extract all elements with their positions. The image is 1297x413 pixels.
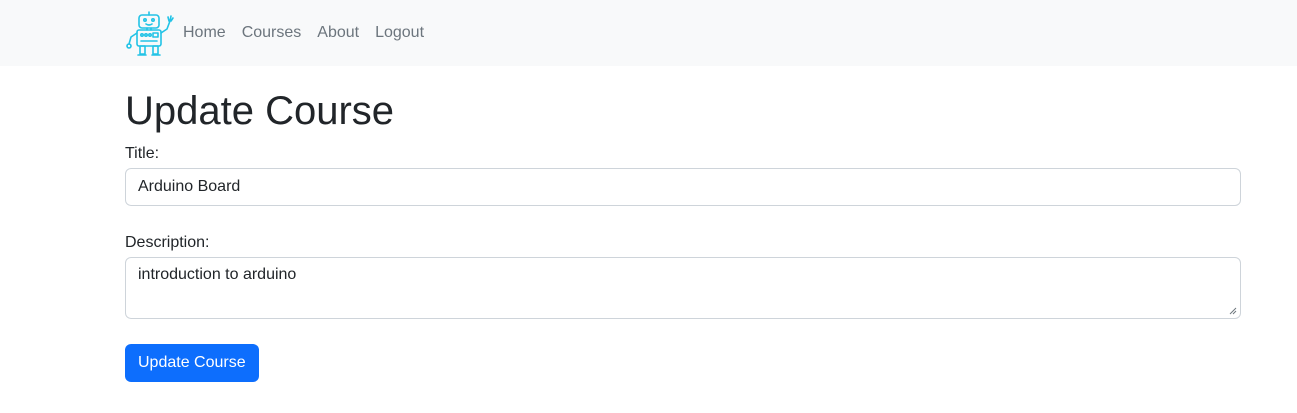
nav-link-home[interactable]: Home bbox=[183, 22, 226, 44]
description-text: introduction to arduino bbox=[138, 266, 297, 283]
navbar: Home Courses About Logout bbox=[0, 0, 1297, 66]
page-title: Update Course bbox=[125, 89, 395, 133]
nav-link-courses[interactable]: Courses bbox=[242, 22, 302, 44]
nav-link-about[interactable]: About bbox=[317, 22, 359, 44]
title-label: Title: bbox=[125, 145, 160, 162]
nav-links: Home Courses About Logout bbox=[183, 22, 440, 44]
title-input[interactable]: Arduino Board bbox=[125, 168, 1241, 206]
description-textarea[interactable]: introduction to arduino bbox=[125, 257, 1241, 319]
update-course-button[interactable]: Update Course bbox=[125, 344, 259, 382]
description-label: Description: bbox=[125, 234, 210, 251]
robot-logo-icon[interactable] bbox=[125, 9, 177, 57]
resize-handle-icon[interactable] bbox=[1229, 307, 1237, 315]
nav-link-logout[interactable]: Logout bbox=[375, 22, 424, 44]
